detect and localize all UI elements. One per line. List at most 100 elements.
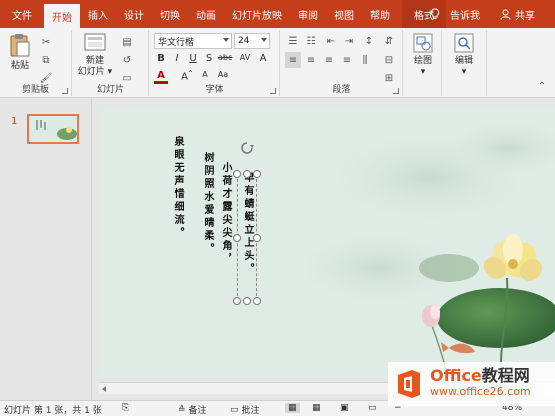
- clear-format-button[interactable]: A: [256, 53, 270, 64]
- reading-view-icon[interactable]: ▣: [340, 403, 349, 413]
- tab-view[interactable]: 视图: [326, 0, 362, 28]
- font-size-value: 24: [238, 36, 250, 46]
- font-name-combo[interactable]: 华文行楷: [154, 33, 232, 49]
- decrease-indent-icon[interactable]: ⇤: [323, 33, 339, 49]
- resize-handle-bm[interactable]: [243, 297, 251, 305]
- tab-animations[interactable]: 动画: [188, 0, 224, 28]
- site-watermark: Office教程网 www.office26.com: [388, 362, 555, 406]
- scroll-left-icon[interactable]: [102, 386, 106, 392]
- group-editing: 编辑 ▾: [443, 30, 487, 96]
- text-direction-icon[interactable]: ⇵: [381, 33, 397, 49]
- layout-icon[interactable]: ▤: [119, 34, 135, 50]
- slide-background-image: [99, 108, 555, 378]
- tab-home[interactable]: 开始: [44, 4, 80, 28]
- slide-thumbnail[interactable]: [27, 114, 79, 144]
- paste-label: 粘贴: [10, 61, 29, 71]
- group-clipboard: 粘贴 ✂ ⧉ 🖌 剪贴板: [0, 30, 72, 96]
- reset-icon[interactable]: ↺: [119, 52, 135, 68]
- group-drawing: 绘图 ▾: [404, 30, 442, 96]
- rotate-handle-icon[interactable]: [240, 141, 254, 155]
- bullets-icon[interactable]: ☰: [285, 33, 301, 49]
- comment-icon: ▭: [230, 404, 239, 415]
- person-icon: [500, 9, 511, 20]
- ribbon-tab-bar: 文件 开始 插入 设计 切换 动画 幻灯片放映 审阅 视图 帮助 格式 告诉我 …: [0, 0, 555, 28]
- clipboard-launcher-icon[interactable]: [62, 88, 68, 94]
- notes-icon: ≙: [178, 404, 186, 415]
- tab-review[interactable]: 审阅: [290, 0, 326, 28]
- resize-handle-mr[interactable]: [253, 234, 261, 242]
- align-right-icon[interactable]: ≡: [321, 52, 337, 68]
- paragraph-launcher-icon[interactable]: [393, 88, 399, 94]
- resize-handle-ml[interactable]: [233, 234, 241, 242]
- tell-me-search[interactable]: 告诉我: [430, 7, 490, 22]
- notes-label: 备注: [188, 406, 207, 416]
- chevron-down-icon: ▾: [420, 67, 426, 77]
- share-label: 共享: [515, 10, 535, 22]
- justify-icon[interactable]: ≡: [339, 52, 355, 68]
- drawing-label: 绘图: [413, 56, 432, 66]
- watermark-title-a: Office: [430, 366, 482, 385]
- increase-indent-icon[interactable]: ⇥: [341, 33, 357, 49]
- shadow-button[interactable]: S: [202, 53, 216, 64]
- slide-editor: 泉眼无声惜细流。 树阴照水爱晴柔。 小荷才露尖尖角， 早有蜻蜓立上头。: [93, 98, 555, 400]
- align-text-icon[interactable]: ⊟: [381, 52, 397, 68]
- resize-handle-tr[interactable]: [253, 170, 261, 178]
- underline-button[interactable]: U: [186, 53, 200, 64]
- font-group-label: 字体: [205, 85, 224, 95]
- italic-button[interactable]: I: [170, 53, 184, 64]
- new-slide-icon: [84, 33, 106, 51]
- group-slides: 新建 幻灯片 ▾ ▤ ↺ ▭ 幻灯片: [73, 30, 149, 96]
- group-paragraph: ☰ ☷ ⇤ ⇥ ↕ ⇵ ≡ ≡ ≡ ≡ ⫼ ⊟ ⊞ 段落: [281, 30, 403, 96]
- slide-count-status: 幻灯片 第 1 张，共 1 张: [4, 406, 102, 416]
- new-slide-label-line2: 幻灯片 ▾: [77, 67, 113, 77]
- comments-button[interactable]: ▭ 批注: [230, 403, 260, 416]
- tab-file[interactable]: 文件: [0, 0, 44, 28]
- font-launcher-icon[interactable]: [270, 88, 276, 94]
- cut-icon[interactable]: ✂: [38, 34, 54, 50]
- resize-handle-br[interactable]: [253, 297, 261, 305]
- editing-button[interactable]: 编辑 ▾: [449, 32, 479, 78]
- poem-line-1[interactable]: 泉眼无声惜细流。: [171, 136, 183, 240]
- sorter-view-icon[interactable]: ▦: [312, 403, 321, 413]
- columns-icon[interactable]: ⫼: [357, 52, 373, 68]
- copy-icon[interactable]: ⧉: [38, 52, 54, 68]
- paste-button[interactable]: 粘贴: [6, 32, 34, 72]
- chevron-down-icon: [223, 38, 229, 42]
- watermark-url: www.office26.com: [430, 385, 531, 398]
- shrink-font-button[interactable]: A: [198, 70, 212, 79]
- numbering-icon[interactable]: ☷: [303, 33, 319, 49]
- tab-design[interactable]: 设计: [116, 0, 152, 28]
- grow-font-button[interactable]: A^: [180, 70, 194, 82]
- new-slide-button[interactable]: 新建 幻灯片 ▾: [77, 32, 113, 78]
- slide-canvas[interactable]: 泉眼无声惜细流。 树阴照水爱晴柔。 小荷才露尖尖角， 早有蜻蜓立上头。: [99, 108, 555, 378]
- line-spacing-icon[interactable]: ↕: [361, 33, 377, 49]
- share-button[interactable]: 共享: [500, 7, 545, 22]
- tab-slideshow[interactable]: 幻灯片放映: [224, 0, 290, 28]
- notes-button[interactable]: ≙ 备注: [178, 403, 207, 416]
- drawing-button[interactable]: 绘图 ▾: [408, 32, 438, 78]
- change-case-button[interactable]: Aa: [216, 70, 230, 79]
- search-icon: [454, 33, 474, 53]
- tab-transitions[interactable]: 切换: [152, 0, 188, 28]
- lightbulb-icon: [430, 8, 440, 19]
- font-size-combo[interactable]: 24: [234, 33, 270, 49]
- strikethrough-button[interactable]: abc: [218, 53, 232, 62]
- thumbnail-preview-image: [29, 116, 77, 142]
- resize-handle-tm[interactable]: [243, 170, 251, 178]
- normal-view-icon[interactable]: ▦: [285, 403, 300, 413]
- spellcheck-icon[interactable]: ⎘: [122, 403, 129, 413]
- tab-insert[interactable]: 插入: [80, 0, 116, 28]
- tab-help[interactable]: 帮助: [362, 0, 398, 28]
- chevron-down-icon: [261, 38, 267, 42]
- resize-handle-bl[interactable]: [233, 297, 241, 305]
- collapse-ribbon-icon[interactable]: ⌃: [534, 78, 550, 94]
- slide-thumbnail-pane: 1: [0, 98, 92, 400]
- align-left-icon[interactable]: ≡: [285, 52, 301, 68]
- bold-button[interactable]: B: [154, 53, 168, 64]
- align-center-icon[interactable]: ≡: [303, 52, 319, 68]
- poem-line-3[interactable]: 小荷才露尖尖角，: [219, 162, 231, 266]
- slideshow-view-icon[interactable]: ▭: [368, 403, 377, 413]
- resize-handle-tl[interactable]: [233, 170, 241, 178]
- spacing-button[interactable]: AV: [238, 53, 252, 62]
- poem-line-2[interactable]: 树阴照水爱晴柔。: [201, 152, 213, 256]
